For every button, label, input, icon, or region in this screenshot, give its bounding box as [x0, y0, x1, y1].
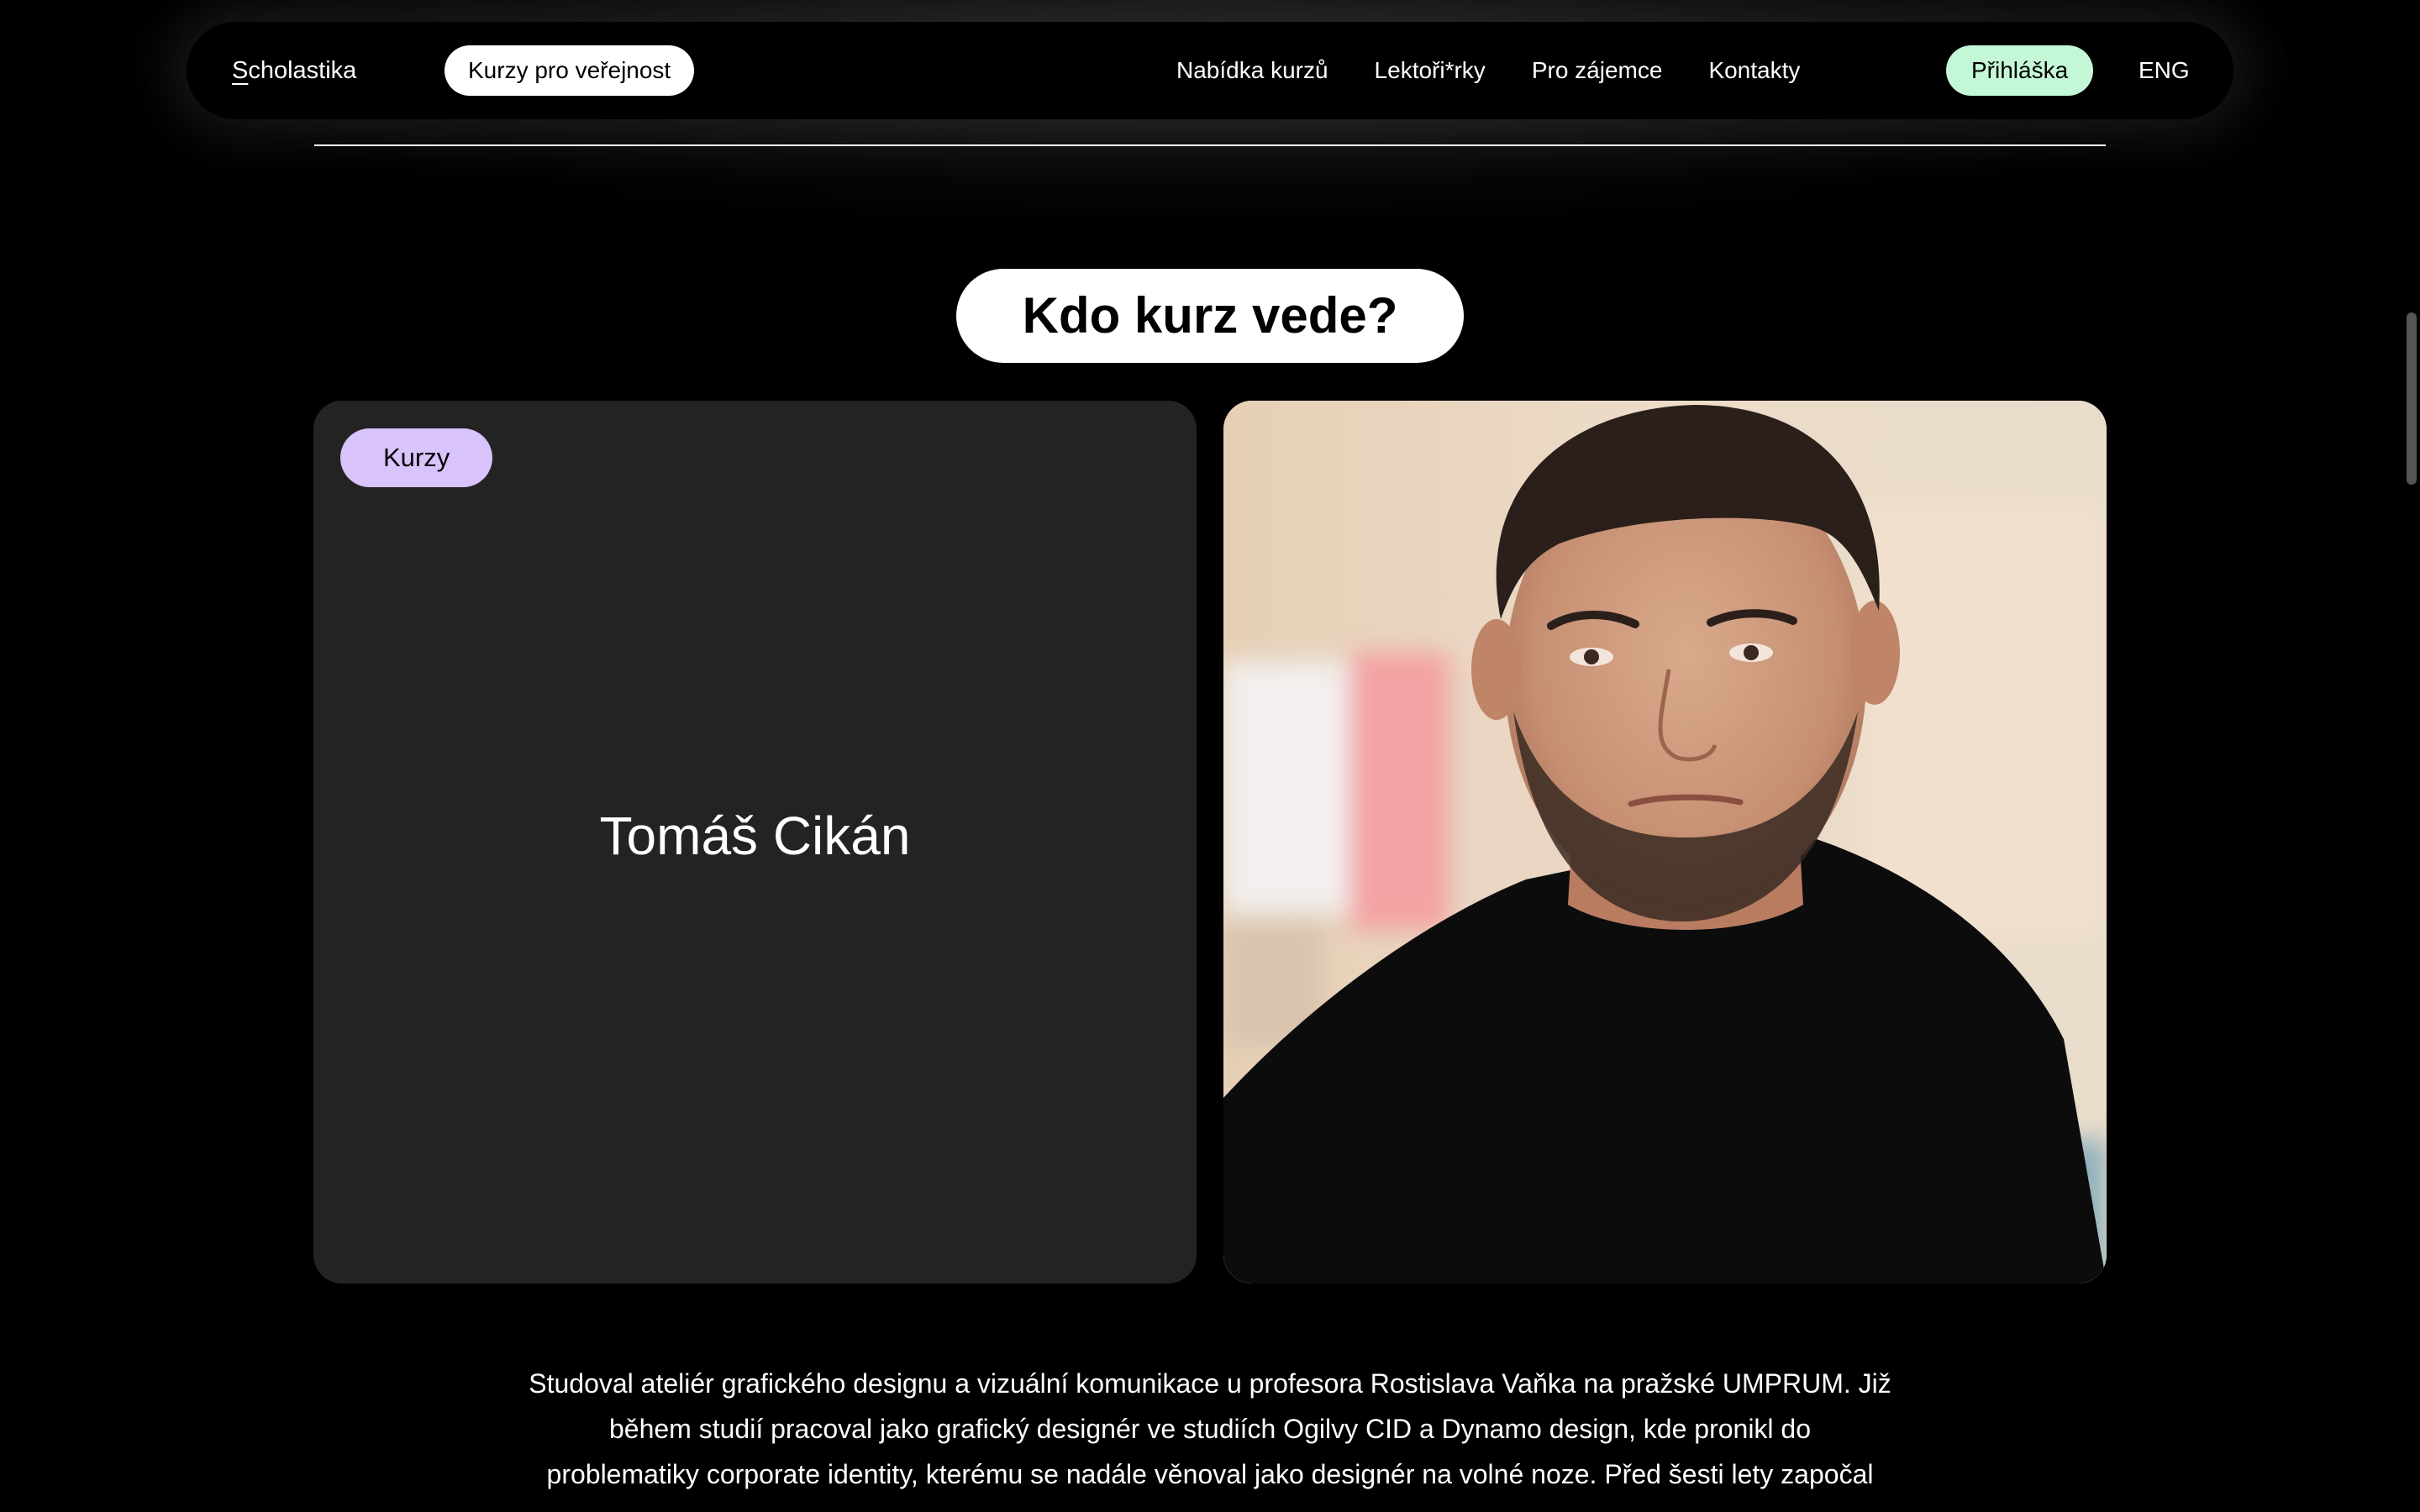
page: Scholastika Kurzy pro veřejnost Nabídka … — [0, 0, 2420, 1512]
portrait-photo-icon — [1223, 401, 2107, 1284]
public-courses-button[interactable]: Kurzy pro veřejnost — [445, 45, 695, 96]
nav-link-courses[interactable]: Nabídka kurzů — [1176, 57, 1328, 84]
nav-link-contacts[interactable]: Kontakty — [1708, 57, 1800, 84]
lecturer-photo — [1223, 401, 2107, 1284]
top-navbar: Scholastika Kurzy pro veřejnost Nabídka … — [187, 22, 2233, 119]
scrollbar[interactable] — [2402, 0, 2420, 1512]
logo-text: cholastika — [248, 57, 357, 84]
nav-link-lecturers[interactable]: Lektoři*rky — [1375, 57, 1486, 84]
lecturer-bio: Studoval ateliér grafického designu a vi… — [471, 1361, 1949, 1497]
language-switch[interactable]: ENG — [2139, 22, 2190, 119]
logo-link[interactable]: Scholastika — [232, 22, 356, 119]
section-title: Kdo kurz vede? — [956, 268, 1464, 363]
category-tag[interactable]: Kurzy — [340, 428, 493, 487]
bio-line: během studií pracoval jako grafický desi… — [608, 1414, 1812, 1444]
bio-line: problematiky corporate identity, kterému… — [546, 1459, 1874, 1489]
nav-link-applicants[interactable]: Pro zájemce — [1532, 57, 1663, 84]
section-divider — [314, 144, 2106, 146]
lecturer-name-card: Kurzy Tomáš Cikán — [313, 401, 1197, 1284]
logo-first-letter: S — [232, 57, 249, 84]
lecturer-name: Tomáš Cikán — [599, 806, 911, 866]
scrollbar-thumb[interactable] — [2407, 312, 2417, 485]
apply-button[interactable]: Přihláška — [1946, 45, 2094, 96]
bio-line: Studoval ateliér grafického designu a vi… — [529, 1368, 1891, 1399]
nav-links: Nabídka kurzů Lektoři*rky Pro zájemce Ko… — [1176, 22, 1846, 119]
